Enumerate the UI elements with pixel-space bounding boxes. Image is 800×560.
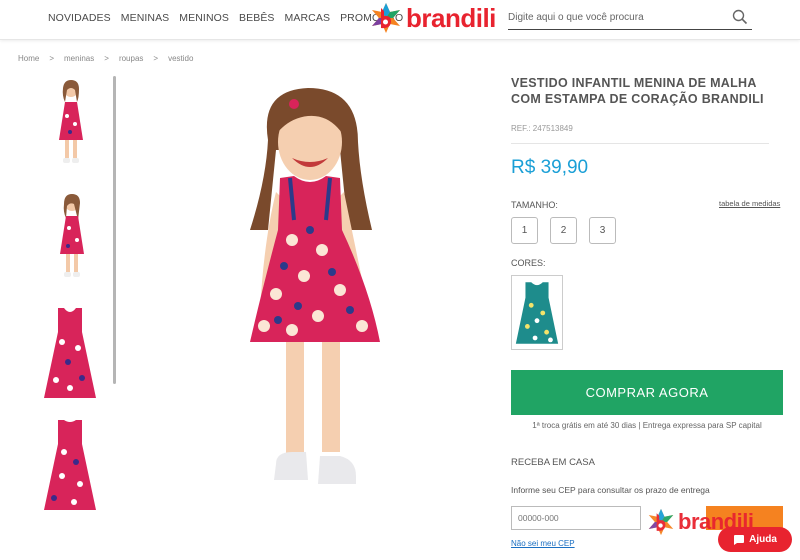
size-table-link[interactable]: tabela de medidas: [719, 199, 780, 208]
search-input[interactable]: [508, 6, 718, 28]
breadcrumb-separator: >: [49, 54, 55, 63]
watermark-logo-icon: [648, 508, 674, 536]
size-option-2[interactable]: 2: [550, 217, 577, 244]
search-bar: [508, 6, 752, 30]
size-options: 1 2 3: [511, 217, 616, 244]
help-label: Ajuda: [749, 534, 777, 545]
nav-novidades[interactable]: NOVIDADES: [48, 12, 111, 24]
site-header: NOVIDADES MENINAS MENINOS BEBÊS MARCAS P…: [0, 0, 800, 40]
nav-marcas[interactable]: MARCAS: [285, 12, 331, 24]
shipping-note: 1ª troca grátis em até 30 dias | Entrega…: [532, 421, 762, 430]
cep-input[interactable]: [511, 506, 641, 530]
breadcrumb-roupas[interactable]: roupas: [119, 54, 143, 63]
main-nav: NOVIDADES MENINAS MENINOS BEBÊS MARCAS P…: [48, 12, 403, 24]
thumbnail-gallery: [28, 74, 116, 524]
brand-logo[interactable]: brandili: [369, 2, 496, 34]
thumbnail-image[interactable]: [34, 76, 106, 180]
nav-meninas[interactable]: MENINAS: [121, 12, 170, 24]
breadcrumb-current: vestido: [168, 54, 194, 63]
buy-now-button[interactable]: COMPRAR AGORA: [511, 370, 783, 415]
breadcrumb-home[interactable]: Home: [18, 54, 39, 63]
no-cep-link[interactable]: Não sei meu CEP: [511, 539, 575, 548]
thumbnail-scrollbar[interactable]: [113, 76, 116, 384]
breadcrumb: Home > meninas > roupas > vestido: [18, 54, 193, 63]
help-button[interactable]: Ajuda: [718, 527, 792, 552]
size-option-1[interactable]: 1: [511, 217, 538, 244]
cep-info-text: Informe seu CEP para consultar os prazo …: [511, 485, 710, 495]
breadcrumb-meninas[interactable]: meninas: [64, 54, 94, 63]
size-label: TAMANHO:: [511, 200, 558, 210]
divider: [511, 143, 769, 144]
colors-label: CORES:: [511, 258, 546, 268]
thumbnail-image[interactable]: [34, 414, 106, 518]
product-main-image[interactable]: [180, 80, 450, 520]
color-swatch[interactable]: [511, 275, 563, 350]
product-price: R$ 39,90: [511, 157, 589, 178]
chat-icon: [734, 534, 745, 545]
nav-bebes[interactable]: BEBÊS: [239, 12, 275, 24]
nav-meninos[interactable]: MENINOS: [179, 12, 229, 24]
breadcrumb-separator: >: [104, 54, 109, 63]
thumbnail-image[interactable]: [34, 302, 106, 406]
product-ref: REF.: 247513849: [511, 124, 573, 133]
brand-logo-text: brandili: [406, 3, 496, 33]
product-title: VESTIDO INFANTIL MENINA DE MALHA COM EST…: [511, 76, 764, 106]
brand-logo-icon: [372, 3, 400, 33]
size-option-3[interactable]: 3: [589, 217, 616, 244]
breadcrumb-separator: >: [153, 54, 159, 63]
thumbnail-image[interactable]: [34, 190, 106, 294]
search-icon[interactable]: [732, 9, 748, 25]
receive-at-home-label: RECEBA EM CASA: [511, 457, 595, 468]
